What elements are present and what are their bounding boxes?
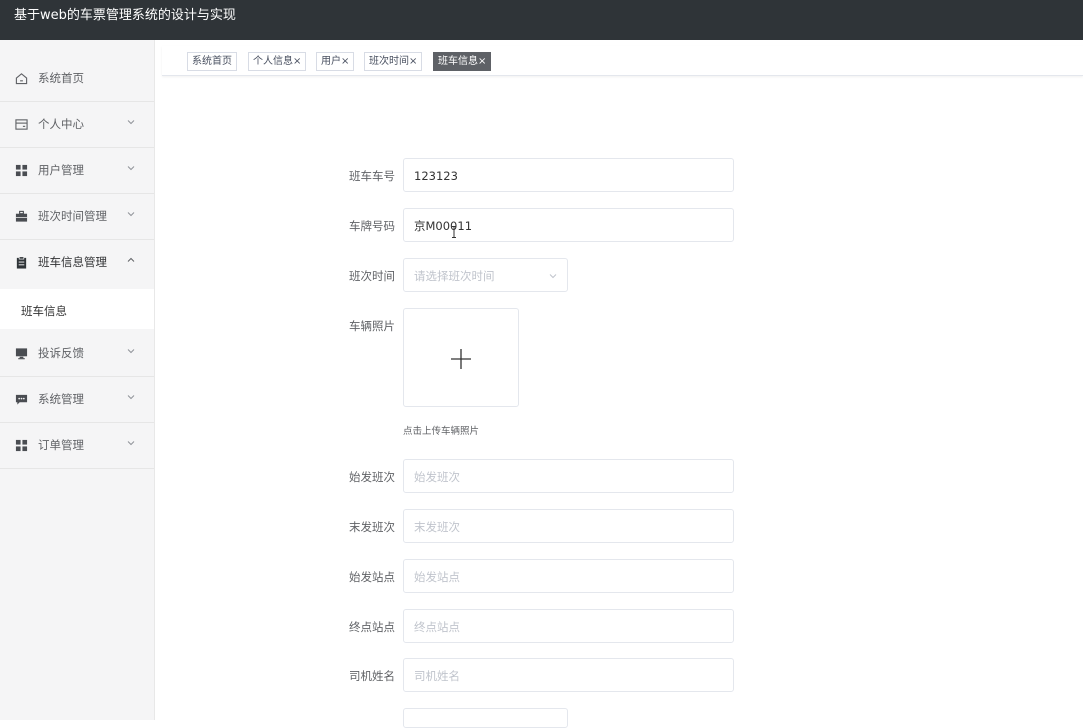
sidebar-item-schedule-management[interactable]: 班次时间管理 <box>0 194 154 240</box>
last-trip-input[interactable]: 末发班次 <box>403 509 734 543</box>
first-trip-label: 始发班次 <box>349 470 395 484</box>
plus-icon <box>451 349 471 369</box>
sidebar: 系统首页 个人中心 用户管理 班次时间管理 班车信息管理 班车信息 投诉反馈 系… <box>0 40 155 720</box>
tab-schedule-time[interactable]: 班次时间× <box>364 52 423 71</box>
sidebar-item-label: 系统管理 <box>38 392 84 406</box>
text-cursor-icon <box>452 226 456 238</box>
photo-upload-tip: 点击上传车辆照片 <box>403 426 480 437</box>
tab-bus-info[interactable]: 班车信息× <box>433 52 492 71</box>
app-title: 基于web的车票管理系统的设计与实现 <box>14 8 236 23</box>
clipboard-icon <box>16 256 27 269</box>
tab-users[interactable]: 用户× <box>316 52 355 71</box>
origin-input[interactable]: 始发站点 <box>403 559 734 593</box>
plate-input[interactable]: 京M00011 <box>403 208 734 242</box>
sidebar-subitem-bus-info[interactable]: 班车信息 <box>0 289 154 329</box>
tags-view-bar: 系统首页 个人信息× 用户× 班次时间× 班车信息× <box>162 46 1083 76</box>
driver-label: 司机姓名 <box>349 669 395 683</box>
sidebar-item-label: 投诉反馈 <box>38 346 84 360</box>
top-bar: 基于web的车票管理系统的设计与实现 <box>0 0 1083 40</box>
destination-input[interactable]: 终点站点 <box>403 609 734 643</box>
card-icon <box>15 119 28 130</box>
chevron-down-icon <box>127 212 135 217</box>
first-trip-placeholder: 始发班次 <box>414 470 460 484</box>
home-icon <box>15 73 28 85</box>
grid-icon <box>15 164 28 177</box>
chevron-down-icon <box>549 274 557 279</box>
sidebar-item-home[interactable]: 系统首页 <box>0 56 154 102</box>
origin-label: 始发站点 <box>349 570 395 584</box>
photo-label: 车辆照片 <box>349 319 395 333</box>
sidebar-item-system-management[interactable]: 系统管理 <box>0 377 154 423</box>
chevron-down-icon <box>127 120 135 125</box>
schedule-label: 班次时间 <box>349 269 395 283</box>
sidebar-item-label: 订单管理 <box>38 438 84 452</box>
plate-value: 京M00011 <box>414 219 473 233</box>
briefcase-icon <box>15 210 28 222</box>
destination-placeholder: 终点站点 <box>414 620 460 634</box>
sidebar-item-personal-center[interactable]: 个人中心 <box>0 102 154 148</box>
chevron-down-icon <box>127 349 135 354</box>
last-trip-placeholder: 末发班次 <box>414 520 460 534</box>
chevron-down-icon <box>127 441 135 446</box>
tab-personal-info[interactable]: 个人信息× <box>248 52 307 71</box>
sidebar-item-order-management[interactable]: 订单管理 <box>0 423 154 469</box>
schedule-placeholder: 请选择班次时间 <box>414 269 495 283</box>
sidebar-subitem-label: 班车信息 <box>21 304 67 318</box>
sidebar-item-label: 班车信息管理 <box>38 255 107 269</box>
sidebar-item-bus-info-management[interactable]: 班车信息管理 <box>0 240 154 286</box>
schedule-select[interactable]: 请选择班次时间 <box>403 258 568 292</box>
plate-label: 车牌号码 <box>349 219 395 233</box>
bus-no-input[interactable]: 123123 <box>403 158 734 192</box>
origin-placeholder: 始发站点 <box>414 570 460 584</box>
bus-no-label: 班车车号 <box>349 169 395 183</box>
chevron-down-icon <box>127 166 135 171</box>
sidebar-item-label: 个人中心 <box>38 117 84 131</box>
driver-input[interactable]: 司机姓名 <box>403 658 734 692</box>
sidebar-item-label: 用户管理 <box>38 163 84 177</box>
sidebar-item-user-management[interactable]: 用户管理 <box>0 148 154 194</box>
driver-placeholder: 司机姓名 <box>414 669 460 683</box>
tab-home[interactable]: 系统首页 <box>187 52 237 71</box>
sidebar-item-label: 班次时间管理 <box>38 209 107 223</box>
sidebar-item-label: 系统首页 <box>38 71 84 85</box>
destination-label: 终点站点 <box>349 620 395 634</box>
chevron-down-icon <box>127 395 135 400</box>
chat-icon <box>15 394 28 405</box>
grid-icon <box>15 439 28 452</box>
photo-upload[interactable] <box>403 308 519 407</box>
next-field-select[interactable] <box>403 708 568 728</box>
sidebar-item-complaints[interactable]: 投诉反馈 <box>0 331 154 377</box>
bus-no-value: 123123 <box>414 169 458 183</box>
last-trip-label: 末发班次 <box>349 520 395 534</box>
monitor-icon <box>15 348 28 360</box>
first-trip-input[interactable]: 始发班次 <box>403 459 734 493</box>
chevron-up-icon <box>127 257 135 262</box>
